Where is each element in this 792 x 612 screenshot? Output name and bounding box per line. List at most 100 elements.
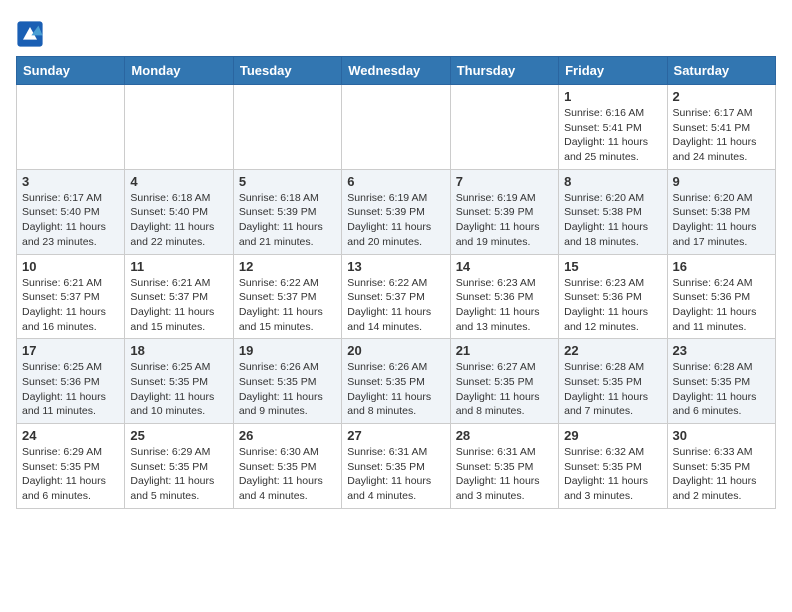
calendar-cell: 16 Sunrise: 6:24 AM Sunset: 5:36 PM Dayli… xyxy=(667,254,775,339)
calendar-cell xyxy=(233,85,341,170)
day-info: Sunrise: 6:26 AM Sunset: 5:35 PM Dayligh… xyxy=(239,360,336,419)
calendar-cell: 1 Sunrise: 6:16 AM Sunset: 5:41 PM Daylig… xyxy=(559,85,667,170)
calendar-cell: 6 Sunrise: 6:19 AM Sunset: 5:39 PM Daylig… xyxy=(342,169,450,254)
calendar-cell xyxy=(450,85,558,170)
day-number: 2 xyxy=(673,89,770,104)
day-number: 5 xyxy=(239,174,336,189)
weekday-header-tuesday: Tuesday xyxy=(233,57,341,85)
day-info: Sunrise: 6:26 AM Sunset: 5:35 PM Dayligh… xyxy=(347,360,444,419)
day-number: 25 xyxy=(130,428,227,443)
day-number: 22 xyxy=(564,343,661,358)
calendar-week-row: 24 Sunrise: 6:29 AM Sunset: 5:35 PM Dayli… xyxy=(17,424,776,509)
calendar-cell: 4 Sunrise: 6:18 AM Sunset: 5:40 PM Daylig… xyxy=(125,169,233,254)
day-number: 13 xyxy=(347,259,444,274)
calendar-cell: 12 Sunrise: 6:22 AM Sunset: 5:37 PM Dayli… xyxy=(233,254,341,339)
day-info: Sunrise: 6:28 AM Sunset: 5:35 PM Dayligh… xyxy=(673,360,770,419)
day-info: Sunrise: 6:20 AM Sunset: 5:38 PM Dayligh… xyxy=(673,191,770,250)
calendar-cell: 21 Sunrise: 6:27 AM Sunset: 5:35 PM Dayli… xyxy=(450,339,558,424)
day-info: Sunrise: 6:18 AM Sunset: 5:39 PM Dayligh… xyxy=(239,191,336,250)
day-info: Sunrise: 6:29 AM Sunset: 5:35 PM Dayligh… xyxy=(22,445,119,504)
day-number: 12 xyxy=(239,259,336,274)
logo xyxy=(16,20,46,48)
calendar-cell: 24 Sunrise: 6:29 AM Sunset: 5:35 PM Dayli… xyxy=(17,424,125,509)
day-number: 9 xyxy=(673,174,770,189)
day-info: Sunrise: 6:31 AM Sunset: 5:35 PM Dayligh… xyxy=(347,445,444,504)
calendar-table: SundayMondayTuesdayWednesdayThursdayFrid… xyxy=(16,56,776,509)
day-number: 7 xyxy=(456,174,553,189)
calendar-cell: 23 Sunrise: 6:28 AM Sunset: 5:35 PM Dayli… xyxy=(667,339,775,424)
day-info: Sunrise: 6:32 AM Sunset: 5:35 PM Dayligh… xyxy=(564,445,661,504)
day-number: 21 xyxy=(456,343,553,358)
calendar-week-row: 3Sunrise: 6:17 AM Sunset: 5:40 PM Daylig… xyxy=(17,169,776,254)
calendar-cell: 13 Sunrise: 6:22 AM Sunset: 5:37 PM Dayli… xyxy=(342,254,450,339)
day-number: 15 xyxy=(564,259,661,274)
day-info: Sunrise: 6:20 AM Sunset: 5:38 PM Dayligh… xyxy=(564,191,661,250)
day-info: Sunrise: 6:25 AM Sunset: 5:36 PM Dayligh… xyxy=(22,360,119,419)
calendar-cell: 27Sunrise: 6:31 AM Sunset: 5:35 PM Dayli… xyxy=(342,424,450,509)
logo-icon xyxy=(16,20,44,48)
weekday-header-wednesday: Wednesday xyxy=(342,57,450,85)
day-info: Sunrise: 6:18 AM Sunset: 5:40 PM Dayligh… xyxy=(130,191,227,250)
calendar-week-row: 10 Sunrise: 6:21 AM Sunset: 5:37 PM Dayli… xyxy=(17,254,776,339)
calendar-cell: 15 Sunrise: 6:23 AM Sunset: 5:36 PM Dayli… xyxy=(559,254,667,339)
day-number: 1 xyxy=(564,89,661,104)
calendar-cell: 11Sunrise: 6:21 AM Sunset: 5:37 PM Dayli… xyxy=(125,254,233,339)
day-number: 6 xyxy=(347,174,444,189)
calendar-cell: 3Sunrise: 6:17 AM Sunset: 5:40 PM Daylig… xyxy=(17,169,125,254)
calendar-cell: 5 Sunrise: 6:18 AM Sunset: 5:39 PM Daylig… xyxy=(233,169,341,254)
day-number: 23 xyxy=(673,343,770,358)
weekday-header-sunday: Sunday xyxy=(17,57,125,85)
calendar-cell: 18Sunrise: 6:25 AM Sunset: 5:35 PM Dayli… xyxy=(125,339,233,424)
day-number: 16 xyxy=(673,259,770,274)
calendar-cell: 10 Sunrise: 6:21 AM Sunset: 5:37 PM Dayli… xyxy=(17,254,125,339)
calendar-cell: 7 Sunrise: 6:19 AM Sunset: 5:39 PM Daylig… xyxy=(450,169,558,254)
day-number: 3 xyxy=(22,174,119,189)
calendar-cell: 25 Sunrise: 6:29 AM Sunset: 5:35 PM Dayli… xyxy=(125,424,233,509)
weekday-header-saturday: Saturday xyxy=(667,57,775,85)
calendar-cell xyxy=(125,85,233,170)
weekday-header-monday: Monday xyxy=(125,57,233,85)
day-info: Sunrise: 6:23 AM Sunset: 5:36 PM Dayligh… xyxy=(456,276,553,335)
day-number: 8 xyxy=(564,174,661,189)
calendar-cell xyxy=(17,85,125,170)
calendar-week-row: 1 Sunrise: 6:16 AM Sunset: 5:41 PM Daylig… xyxy=(17,85,776,170)
day-info: Sunrise: 6:30 AM Sunset: 5:35 PM Dayligh… xyxy=(239,445,336,504)
day-info: Sunrise: 6:16 AM Sunset: 5:41 PM Dayligh… xyxy=(564,106,661,165)
day-number: 29 xyxy=(564,428,661,443)
day-number: 30 xyxy=(673,428,770,443)
day-info: Sunrise: 6:23 AM Sunset: 5:36 PM Dayligh… xyxy=(564,276,661,335)
day-number: 18 xyxy=(130,343,227,358)
calendar-cell: 30 Sunrise: 6:33 AM Sunset: 5:35 PM Dayli… xyxy=(667,424,775,509)
day-info: Sunrise: 6:22 AM Sunset: 5:37 PM Dayligh… xyxy=(347,276,444,335)
day-info: Sunrise: 6:29 AM Sunset: 5:35 PM Dayligh… xyxy=(130,445,227,504)
calendar-cell: 2 Sunrise: 6:17 AM Sunset: 5:41 PM Daylig… xyxy=(667,85,775,170)
day-number: 24 xyxy=(22,428,119,443)
day-info: Sunrise: 6:28 AM Sunset: 5:35 PM Dayligh… xyxy=(564,360,661,419)
calendar-cell: 22 Sunrise: 6:28 AM Sunset: 5:35 PM Dayli… xyxy=(559,339,667,424)
day-info: Sunrise: 6:31 AM Sunset: 5:35 PM Dayligh… xyxy=(456,445,553,504)
weekday-header-thursday: Thursday xyxy=(450,57,558,85)
day-info: Sunrise: 6:27 AM Sunset: 5:35 PM Dayligh… xyxy=(456,360,553,419)
day-number: 28 xyxy=(456,428,553,443)
weekday-header-row: SundayMondayTuesdayWednesdayThursdayFrid… xyxy=(17,57,776,85)
day-info: Sunrise: 6:19 AM Sunset: 5:39 PM Dayligh… xyxy=(456,191,553,250)
calendar-week-row: 17 Sunrise: 6:25 AM Sunset: 5:36 PM Dayli… xyxy=(17,339,776,424)
day-number: 4 xyxy=(130,174,227,189)
calendar-cell: 17 Sunrise: 6:25 AM Sunset: 5:36 PM Dayli… xyxy=(17,339,125,424)
calendar-cell: 14 Sunrise: 6:23 AM Sunset: 5:36 PM Dayli… xyxy=(450,254,558,339)
day-number: 17 xyxy=(22,343,119,358)
day-info: Sunrise: 6:33 AM Sunset: 5:35 PM Dayligh… xyxy=(673,445,770,504)
day-info: Sunrise: 6:22 AM Sunset: 5:37 PM Dayligh… xyxy=(239,276,336,335)
weekday-header-friday: Friday xyxy=(559,57,667,85)
day-number: 14 xyxy=(456,259,553,274)
calendar-cell: 29 Sunrise: 6:32 AM Sunset: 5:35 PM Dayli… xyxy=(559,424,667,509)
day-info: Sunrise: 6:19 AM Sunset: 5:39 PM Dayligh… xyxy=(347,191,444,250)
calendar-cell: 20Sunrise: 6:26 AM Sunset: 5:35 PM Dayli… xyxy=(342,339,450,424)
day-number: 10 xyxy=(22,259,119,274)
calendar-cell: 8 Sunrise: 6:20 AM Sunset: 5:38 PM Daylig… xyxy=(559,169,667,254)
day-info: Sunrise: 6:24 AM Sunset: 5:36 PM Dayligh… xyxy=(673,276,770,335)
calendar-cell: 19Sunrise: 6:26 AM Sunset: 5:35 PM Dayli… xyxy=(233,339,341,424)
calendar-cell: 9 Sunrise: 6:20 AM Sunset: 5:38 PM Daylig… xyxy=(667,169,775,254)
day-info: Sunrise: 6:21 AM Sunset: 5:37 PM Dayligh… xyxy=(22,276,119,335)
day-info: Sunrise: 6:17 AM Sunset: 5:41 PM Dayligh… xyxy=(673,106,770,165)
